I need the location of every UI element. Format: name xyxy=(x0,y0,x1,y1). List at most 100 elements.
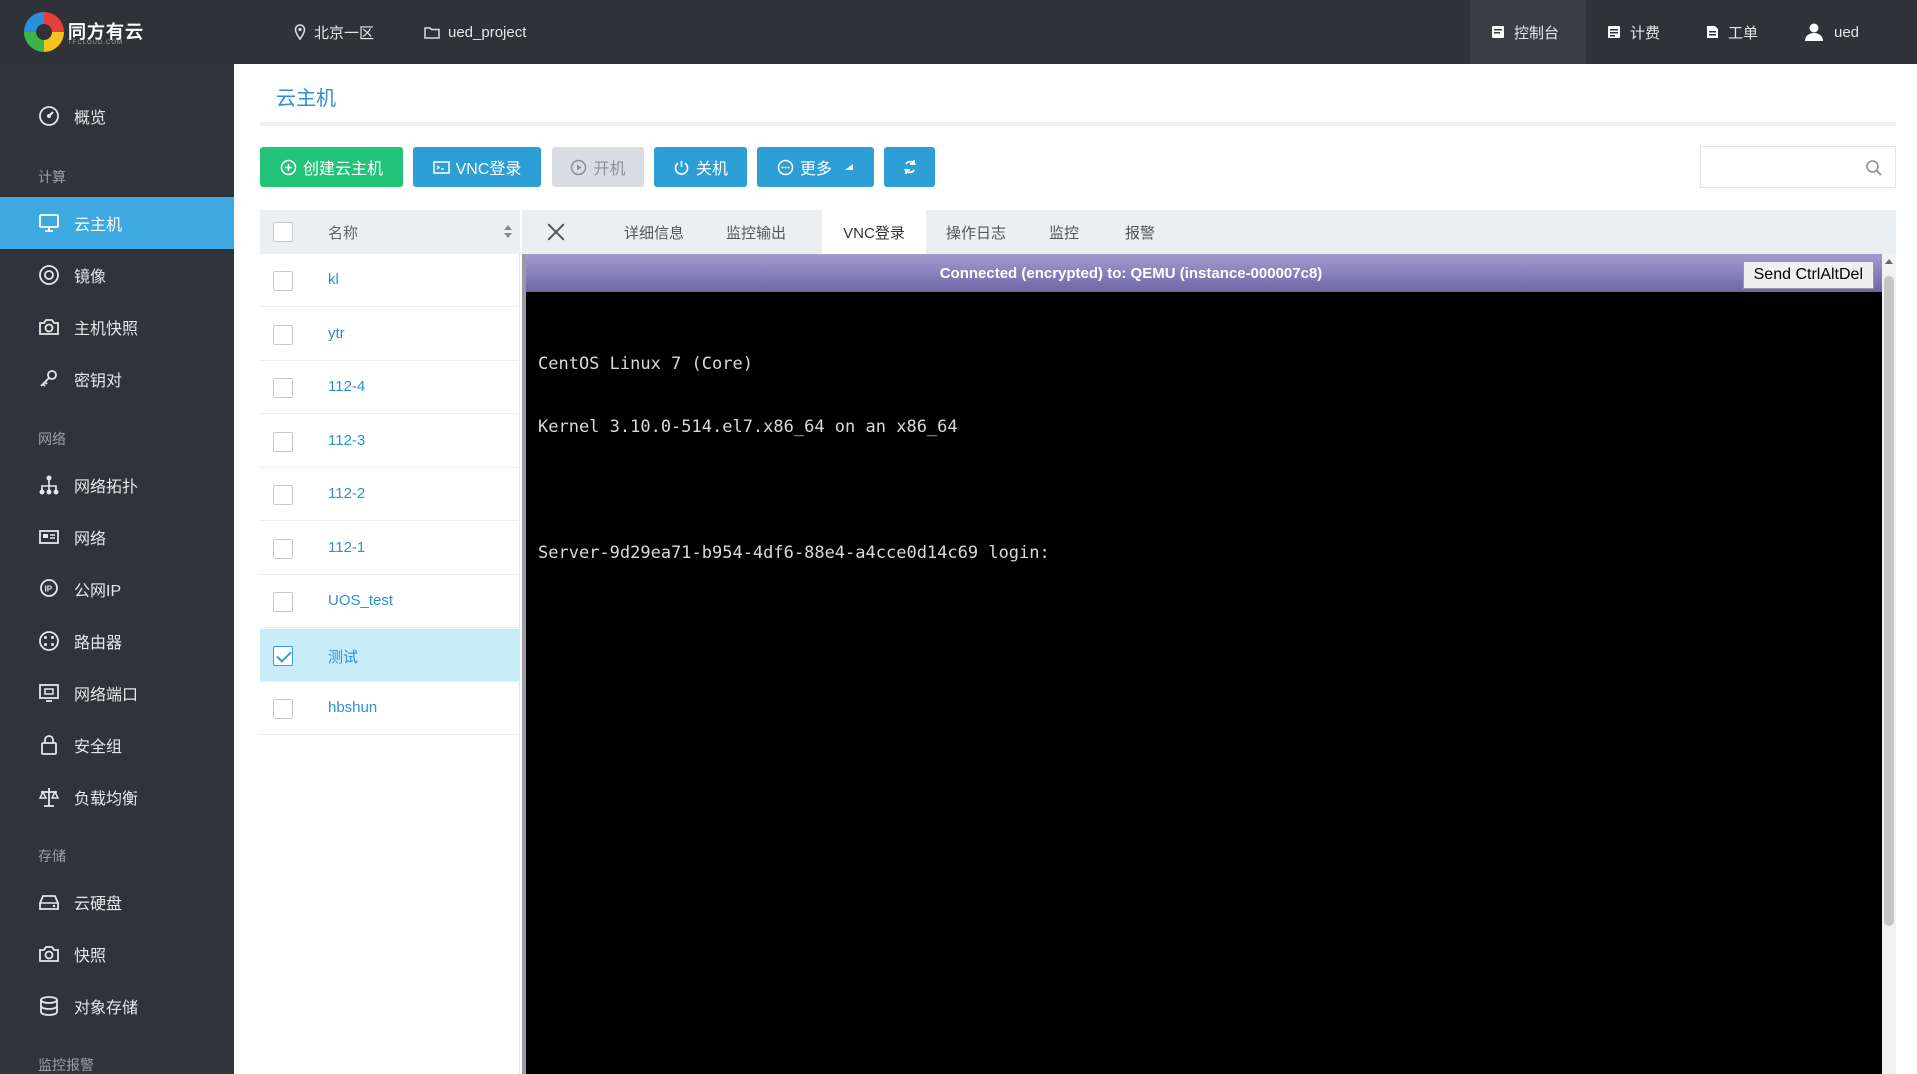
row-checkbox[interactable] xyxy=(273,699,293,719)
sidebar-item-instances[interactable]: 云主机 xyxy=(0,197,234,249)
sidebar: 概览 计算 云主机 镜像 主机快照 密钥对 网络 网络拓扑 网络 IP 公网IP… xyxy=(0,64,234,1074)
tab-vnc-login[interactable]: VNC登录 xyxy=(822,210,926,254)
sidebar-item-load-balancer[interactable]: 负载均衡 xyxy=(0,771,234,823)
refresh-button[interactable] xyxy=(884,147,935,187)
vnc-login-button[interactable]: VNC登录 xyxy=(413,147,541,187)
tab-operation-log[interactable]: 操作日志 xyxy=(926,210,1026,254)
instance-name-link[interactable]: ytr xyxy=(328,325,345,342)
sidebar-item-object-storage[interactable]: 对象存储 xyxy=(0,980,234,1032)
table-row[interactable]: ytr xyxy=(260,308,520,361)
power-off-button[interactable]: 关机 xyxy=(654,147,747,187)
vnc-console[interactable]: Connected (encrypted) to: QEMU (instance… xyxy=(522,254,1896,1074)
ip-pin-icon: IP xyxy=(38,578,60,600)
balance-scale-icon xyxy=(38,786,60,808)
select-all-checkbox[interactable] xyxy=(273,222,293,242)
scrollbar-thumb[interactable] xyxy=(1884,276,1894,926)
table-row[interactable]: hbshun xyxy=(260,682,520,735)
instance-name-link[interactable]: 112-3 xyxy=(328,432,365,449)
sidebar-item-images[interactable]: 镜像 xyxy=(0,249,234,301)
top-nav-ticket-label: 工单 xyxy=(1728,24,1759,42)
row-checkbox[interactable] xyxy=(273,592,293,612)
plus-circle-icon xyxy=(280,159,297,176)
vnc-screen-icon xyxy=(432,160,450,175)
sidebar-item-topology[interactable]: 网络拓扑 xyxy=(0,459,234,511)
instance-name-link[interactable]: 112-1 xyxy=(328,539,365,556)
row-checkbox[interactable] xyxy=(273,378,293,398)
instance-name-link[interactable]: kl xyxy=(328,271,339,288)
scroll-up-icon[interactable] xyxy=(1885,259,1893,264)
region-selector[interactable]: 北京一区 xyxy=(294,0,374,64)
terminal-line: CentOS Linux 7 (Core) xyxy=(538,354,753,374)
tab-alarms[interactable]: 报警 xyxy=(1102,210,1178,254)
sidebar-item-host-snapshots[interactable]: 主机快照 xyxy=(0,301,234,353)
table-row[interactable]: 112-4 xyxy=(260,361,520,414)
sidebar-item-routers[interactable]: 路由器 xyxy=(0,615,234,667)
top-nav-console[interactable]: 控制台 xyxy=(1470,0,1586,64)
list-header: 名称 xyxy=(260,210,520,254)
tab-details[interactable]: 详细信息 xyxy=(604,210,704,254)
network-card-icon xyxy=(38,526,60,548)
folder-icon xyxy=(424,25,440,39)
logo-icon[interactable] xyxy=(24,12,64,52)
billing-icon xyxy=(1606,24,1622,40)
monitor-icon xyxy=(38,212,60,234)
tab-monitor-output[interactable]: 监控输出 xyxy=(704,210,808,254)
sidebar-item-keypairs[interactable]: 密钥对 xyxy=(0,353,234,405)
top-nav-user[interactable]: ued xyxy=(1784,0,1879,64)
sidebar-item-label: 概览 xyxy=(74,110,107,127)
power-off-label: 关机 xyxy=(695,161,728,178)
detail-tabs: 详细信息 监控输出 VNC登录 操作日志 监控 报警 xyxy=(522,210,1896,254)
send-ctrl-alt-del-button[interactable]: Send CtrlAltDel xyxy=(1742,261,1874,289)
top-nav-billing[interactable]: 计费 xyxy=(1586,0,1680,64)
create-instance-button[interactable]: 创建云主机 xyxy=(260,147,403,187)
close-icon[interactable] xyxy=(546,222,566,242)
row-checkbox[interactable] xyxy=(273,538,293,559)
table-row[interactable]: kl xyxy=(260,254,520,307)
row-checkbox[interactable] xyxy=(273,324,293,345)
camera-icon xyxy=(38,943,60,965)
console-icon xyxy=(1490,24,1506,40)
project-label: ued_project xyxy=(448,23,527,41)
page-title: 云主机 xyxy=(276,88,336,110)
search-box[interactable] xyxy=(1700,146,1896,188)
table-row[interactable]: 测试 xyxy=(260,628,520,682)
row-checkbox[interactable] xyxy=(273,271,293,291)
row-checkbox[interactable] xyxy=(273,431,293,452)
tab-monitoring[interactable]: 监控 xyxy=(1026,210,1102,254)
vnc-screen[interactable]: CentOS Linux 7 (Core) Kernel 3.10.0-514.… xyxy=(538,292,1878,1074)
instance-name-link[interactable]: 112-4 xyxy=(328,378,365,395)
sidebar-item-public-ip[interactable]: IP 公网IP xyxy=(0,563,234,615)
scrollbar[interactable] xyxy=(1882,254,1896,1074)
dashboard-icon xyxy=(38,105,60,127)
sidebar-item-label: 云硬盘 xyxy=(74,896,123,913)
search-input[interactable] xyxy=(1709,155,1859,179)
play-circle-icon xyxy=(570,159,587,176)
sidebar-item-networks[interactable]: 网络 xyxy=(0,511,234,563)
row-checkbox[interactable] xyxy=(273,645,293,666)
sidebar-item-security-groups[interactable]: 安全组 xyxy=(0,719,234,771)
power-on-button[interactable]: 开机 xyxy=(552,147,644,187)
table-row[interactable]: UOS_test xyxy=(260,575,520,628)
router-icon xyxy=(38,630,60,652)
instance-name-link[interactable]: hbshun xyxy=(328,699,377,716)
instance-name-link[interactable]: 测试 xyxy=(328,646,358,667)
sidebar-item-ports[interactable]: 网络端口 xyxy=(0,667,234,719)
search-icon[interactable] xyxy=(1865,159,1883,177)
table-row[interactable]: 112-3 xyxy=(260,415,520,468)
key-icon xyxy=(38,368,60,390)
more-actions-dropdown[interactable]: 更多 xyxy=(757,147,874,187)
sort-icon[interactable] xyxy=(503,222,513,242)
row-checkbox[interactable] xyxy=(273,485,293,505)
power-icon xyxy=(673,159,690,176)
instance-name-link[interactable]: UOS_test xyxy=(328,592,393,609)
top-nav-ticket[interactable]: 工单 xyxy=(1684,0,1778,64)
project-selector[interactable]: ued_project xyxy=(424,0,526,64)
sidebar-item-snapshots[interactable]: 快照 xyxy=(0,928,234,980)
sidebar-item-overview[interactable]: 概览 xyxy=(0,90,234,142)
lock-icon xyxy=(38,734,60,756)
sidebar-item-volumes[interactable]: 云硬盘 xyxy=(0,876,234,928)
table-row[interactable]: 112-1 xyxy=(260,522,520,575)
table-row[interactable]: 112-2 xyxy=(260,468,520,521)
sidebar-item-label: 云主机 xyxy=(74,217,123,234)
instance-name-link[interactable]: 112-2 xyxy=(328,485,365,502)
